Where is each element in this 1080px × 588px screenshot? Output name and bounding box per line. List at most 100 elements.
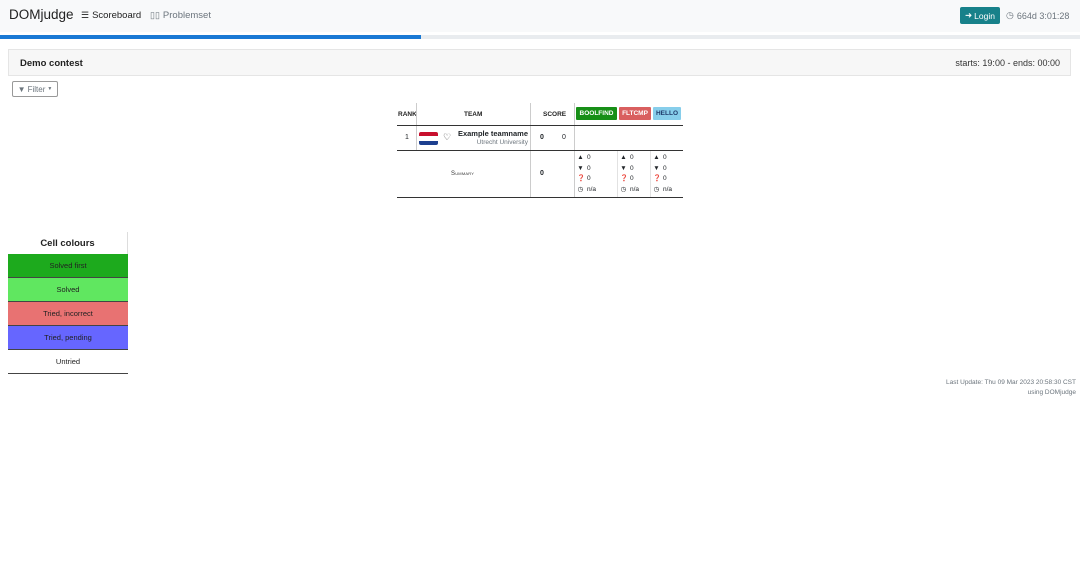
- problem-badge-hello[interactable]: HELLO: [653, 107, 681, 120]
- filter-icon: ▼: [17, 84, 26, 94]
- summary-pending: ❓ 0: [620, 174, 639, 185]
- summary-first: ◷ n/a: [620, 185, 639, 196]
- sign-in-icon: ➜: [965, 10, 973, 20]
- clock-icon: ◷: [620, 185, 627, 193]
- contest-progress: [0, 35, 1080, 39]
- list-icon: ☰: [81, 10, 90, 20]
- question-circle-icon: ❓: [577, 175, 586, 182]
- scoreboard-header: RANK TEAM SCORE BOOLFIND FLTCMP HELLO: [397, 103, 683, 126]
- summary-correct-count: 0: [630, 154, 634, 161]
- brand-logo[interactable]: DOMjudge: [9, 7, 74, 22]
- using-domjudge[interactable]: using DOMjudge: [946, 388, 1076, 398]
- summary-pending: ❓ 0: [577, 174, 596, 185]
- divider: [574, 126, 575, 150]
- nav-problemset-label: Problemset: [162, 10, 211, 21]
- cell-colours-legend: Cell colours Solved first Solved Tried, …: [8, 232, 128, 374]
- caret-down-icon: ▼: [47, 86, 53, 92]
- legend-item-tried-incorrect: Tried, incorrect: [8, 302, 128, 326]
- summary-incorrect-count: 0: [587, 164, 591, 172]
- summary-first-time: n/a: [663, 185, 673, 193]
- thumbs-down-icon: ▼: [620, 164, 627, 172]
- rank-header: RANK: [398, 111, 417, 118]
- legend-item-tried-pending: Tried, pending: [8, 326, 128, 350]
- thumbs-down-icon: ▼: [577, 164, 584, 172]
- summary-correct: ▲ 0: [577, 153, 596, 164]
- summary-pending-count: 0: [587, 175, 591, 182]
- legend-item-solved-first: Solved first: [8, 254, 128, 278]
- summary-incorrect: ▼ 0: [653, 164, 672, 175]
- thumbs-up-icon: ▲: [620, 154, 627, 161]
- contest-clock: ◷ 664d 3:01:28: [1006, 10, 1069, 21]
- summary-first: ◷ n/a: [653, 185, 672, 196]
- summary-first: ◷ n/a: [577, 185, 596, 196]
- question-circle-icon: ❓: [653, 175, 662, 182]
- score-header: SCORE: [543, 111, 567, 118]
- nav-scoreboard-label: Scoreboard: [92, 10, 142, 21]
- team-affiliation: Utrecht University: [476, 139, 528, 146]
- divider: [416, 103, 417, 125]
- summary-score: 0: [540, 170, 544, 177]
- thumbs-down-icon: ▼: [653, 164, 660, 172]
- netherlands-flag-icon: [419, 132, 438, 145]
- clock-icon: ◷: [653, 185, 660, 193]
- contest-times: starts: 19:00 - ends: 00:00: [955, 58, 1060, 68]
- table-row[interactable]: 1 ♡ Example teamname Utrecht University …: [397, 126, 683, 151]
- last-update: Last Update: Thu 09 Mar 2023 20:58:30 CS…: [946, 378, 1076, 398]
- team-points: 0: [540, 134, 544, 141]
- summary-first-time: n/a: [630, 185, 640, 193]
- last-update-text: Last Update: Thu 09 Mar 2023 20:58:30 CS…: [946, 379, 1076, 386]
- contest-progress-bar: [0, 35, 422, 39]
- summary-stats-boolfind: ▲ 0 ▼ 0 ❓ 0 ◷ n/a: [577, 153, 596, 195]
- summary-pending-count: 0: [663, 175, 667, 182]
- divider: [574, 151, 575, 197]
- filter-button[interactable]: ▼ Filter ▼: [12, 81, 58, 97]
- thumbs-up-icon: ▲: [653, 154, 660, 161]
- summary-first-time: n/a: [587, 185, 597, 193]
- summary-incorrect-count: 0: [663, 164, 667, 172]
- book-icon: ▯▯: [150, 10, 160, 20]
- summary-correct-count: 0: [663, 154, 667, 161]
- summary-pending-count: 0: [630, 175, 634, 182]
- summary-correct: ▲ 0: [653, 153, 672, 164]
- filter-label: Filter: [27, 84, 46, 94]
- summary-stats-hello: ▲ 0 ▼ 0 ❓ 0 ◷ n/a: [653, 153, 672, 195]
- summary-stats-fltcmp: ▲ 0 ▼ 0 ❓ 0 ◷ n/a: [620, 153, 639, 195]
- clock-icon: ◷: [1006, 10, 1014, 20]
- summary-label: Summary: [451, 171, 475, 177]
- team-header: TEAM: [464, 111, 483, 118]
- divider: [650, 151, 651, 197]
- nav-problemset[interactable]: ▯▯ Problemset: [150, 10, 211, 21]
- divider: [416, 126, 417, 150]
- legend-item-solved: Solved: [8, 278, 128, 302]
- contest-header: Demo contest starts: 19:00 - ends: 00:00: [8, 49, 1071, 76]
- divider: [617, 151, 618, 197]
- question-circle-icon: ❓: [620, 175, 629, 182]
- problem-badge-boolfind[interactable]: BOOLFIND: [576, 107, 617, 120]
- divider: [530, 126, 531, 150]
- thumbs-up-icon: ▲: [577, 154, 584, 161]
- scoreboard-table: RANK TEAM SCORE BOOLFIND FLTCMP HELLO 1 …: [397, 103, 683, 198]
- summary-incorrect-count: 0: [630, 164, 634, 172]
- team-time: 0: [562, 134, 566, 141]
- divider: [574, 103, 575, 125]
- summary-pending: ❓ 0: [653, 174, 672, 185]
- summary-row: Summary 0 ▲ 0 ▼ 0 ❓ 0 ◷ n/a ▲ 0 ▼ 0 ❓ 0 ◷ n/a ▲ 0…: [397, 151, 683, 198]
- team-name[interactable]: Example teamname: [458, 129, 528, 138]
- nav-scoreboard[interactable]: ☰ Scoreboard: [81, 10, 141, 21]
- divider: [530, 103, 531, 125]
- login-label: Login: [974, 10, 995, 21]
- summary-correct-count: 0: [587, 154, 591, 161]
- login-button[interactable]: ➜ Login: [960, 7, 1000, 24]
- countdown-text: 664d 3:01:28: [1016, 10, 1070, 21]
- divider: [530, 151, 531, 197]
- summary-correct: ▲ 0: [620, 153, 639, 164]
- legend-title: Cell colours: [8, 232, 128, 254]
- navbar: DOMjudge ☰ Scoreboard ▯▯ Problemset ➜ Lo…: [0, 0, 1080, 32]
- heart-outline-icon[interactable]: ♡: [443, 133, 451, 142]
- summary-incorrect: ▼ 0: [620, 164, 639, 175]
- legend-item-untried: Untried: [8, 350, 128, 374]
- clock-icon: ◷: [577, 185, 584, 193]
- contest-name: Demo contest: [20, 58, 83, 69]
- problem-badge-fltcmp[interactable]: FLTCMP: [619, 107, 651, 120]
- summary-incorrect: ▼ 0: [577, 164, 596, 175]
